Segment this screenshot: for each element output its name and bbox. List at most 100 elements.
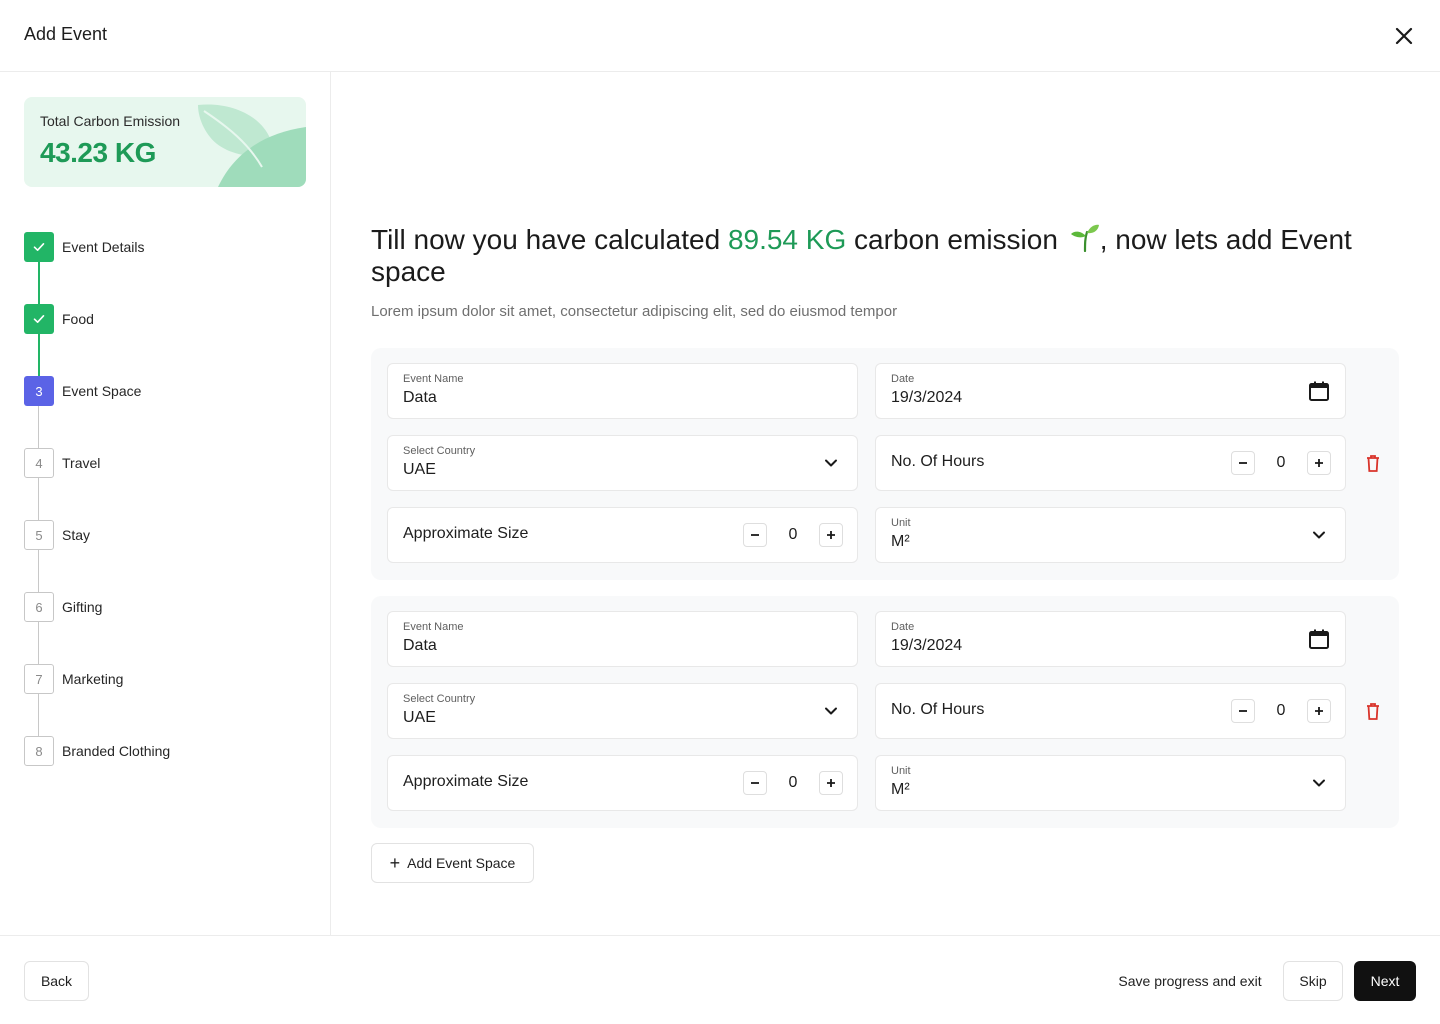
skip-button[interactable]: Skip — [1283, 961, 1343, 1001]
size-stepper: 0 — [743, 771, 843, 795]
stepper-value: 0 — [1276, 454, 1286, 471]
field-value: 19/3/2024 — [891, 637, 963, 654]
check-icon — [24, 304, 54, 334]
total-emission-card: Total Carbon Emission 43.23 KG — [24, 97, 306, 187]
headline-text: carbon emission — [846, 224, 1058, 255]
event-space-group: Event Name Data Date 19/3/2024 Select Co… — [371, 596, 1399, 828]
field-value: Data — [403, 389, 437, 406]
step-marketing[interactable]: 7 Marketing — [24, 664, 304, 694]
leaf-icon — [198, 104, 306, 187]
add-event-space-button[interactable]: + Add Event Space — [371, 843, 534, 883]
sidebar: Total Carbon Emission 43.23 KG Event Det… — [0, 72, 331, 935]
hours-stepper: 0 — [1231, 699, 1331, 723]
country-select[interactable]: Select Country UAE — [387, 683, 858, 739]
field-label: Event Name — [403, 621, 464, 633]
step-connector — [38, 478, 39, 520]
hours-field: No. Of Hours 0 — [875, 683, 1346, 739]
date-field[interactable]: Date 19/3/2024 — [875, 363, 1346, 419]
size-stepper: 0 — [743, 523, 843, 547]
event-name-field[interactable]: Event Name Data — [387, 363, 858, 419]
next-button[interactable]: Next — [1354, 961, 1416, 1001]
back-button[interactable]: Back — [24, 961, 89, 1001]
field-value: UAE — [403, 709, 436, 726]
step-food[interactable]: Food — [24, 304, 304, 334]
step-travel[interactable]: 4 Travel — [24, 448, 304, 478]
field-label: No. Of Hours — [891, 453, 985, 470]
chevron-down-icon — [818, 450, 844, 476]
field-label: Approximate Size — [403, 773, 529, 790]
minus-button[interactable] — [743, 523, 767, 547]
page-subtext: Lorem ipsum dolor sit amet, consectetur … — [371, 303, 898, 320]
delete-icon[interactable] — [1362, 451, 1384, 475]
step-number: 5 — [24, 520, 54, 550]
headline-highlight: 89.54 KG — [727, 224, 847, 255]
step-gifting[interactable]: 6 Gifting — [24, 592, 304, 622]
stepper-value: 0 — [788, 774, 798, 791]
calendar-icon[interactable] — [1306, 626, 1332, 652]
save-progress-exit-button[interactable]: Save progress and exit — [1108, 961, 1272, 1001]
step-branded-clothing[interactable]: 8 Branded Clothing — [24, 736, 304, 766]
field-label: Approximate Size — [403, 525, 529, 542]
main-content: Till now you have calculated 89.54 KG ca… — [331, 72, 1440, 935]
step-event-details[interactable]: Event Details — [24, 232, 304, 262]
field-label: Unit — [891, 517, 911, 529]
field-label: Date — [891, 373, 915, 385]
close-icon[interactable] — [1390, 22, 1418, 50]
date-field[interactable]: Date 19/3/2024 — [875, 611, 1346, 667]
unit-select[interactable]: Unit M² — [875, 755, 1346, 811]
step-number: 7 — [24, 664, 54, 694]
field-value: Data — [403, 637, 437, 654]
modal-title: Add Event — [24, 24, 108, 44]
check-icon — [24, 232, 54, 262]
plus-button[interactable] — [819, 523, 843, 547]
event-name-field[interactable]: Event Name Data — [387, 611, 858, 667]
step-stay[interactable]: 5 Stay — [24, 520, 304, 550]
step-connector — [38, 550, 39, 592]
step-connector — [38, 334, 40, 376]
stepper-value: 0 — [1276, 702, 1286, 719]
step-label: Event Space — [62, 383, 142, 399]
step-label: Marketing — [62, 671, 124, 687]
hours-stepper: 0 — [1231, 451, 1331, 475]
hours-field: No. Of Hours 0 — [875, 435, 1346, 491]
minus-button[interactable] — [743, 771, 767, 795]
country-select[interactable]: Select Country UAE — [387, 435, 858, 491]
chevron-down-icon — [1306, 770, 1332, 796]
delete-icon[interactable] — [1362, 699, 1384, 723]
calendar-icon[interactable] — [1306, 378, 1332, 404]
step-number: 4 — [24, 448, 54, 478]
field-label: Date — [891, 621, 915, 633]
step-label: Event Details — [62, 239, 145, 255]
approximate-size-field: Approximate Size 0 — [387, 507, 858, 563]
minus-button[interactable] — [1231, 699, 1255, 723]
plus-button[interactable] — [1307, 699, 1331, 723]
total-emission-label: Total Carbon Emission — [40, 113, 181, 129]
field-label: Unit — [891, 765, 911, 777]
step-connector — [38, 406, 39, 448]
step-connector — [38, 694, 39, 736]
approximate-size-field: Approximate Size 0 — [387, 755, 858, 811]
unit-select[interactable]: Unit M² — [875, 507, 1346, 563]
step-event-space[interactable]: 3 Event Space — [24, 376, 304, 406]
plus-icon: + — [389, 853, 401, 873]
step-number: 3 — [24, 376, 54, 406]
plus-button[interactable] — [819, 771, 843, 795]
modal-footer: Back Save progress and exit Skip Next — [0, 935, 1440, 1024]
chevron-down-icon — [1306, 522, 1332, 548]
minus-button[interactable] — [1231, 451, 1255, 475]
field-value: UAE — [403, 461, 436, 478]
field-value: M² — [891, 533, 910, 550]
step-label: Stay — [62, 527, 91, 543]
headline-text: Till now you have calculated — [371, 224, 728, 255]
stepper-value: 0 — [788, 526, 798, 543]
step-label: Food — [62, 311, 94, 327]
chevron-down-icon — [818, 698, 844, 724]
step-connector — [38, 622, 39, 664]
modal-header: Add Event — [0, 0, 1440, 72]
step-number: 6 — [24, 592, 54, 622]
page-headline: Till now you have calculated 89.54 KG ca… — [371, 224, 1381, 288]
field-label: Select Country — [403, 445, 476, 457]
plus-button[interactable] — [1307, 451, 1331, 475]
field-label: No. Of Hours — [891, 701, 985, 718]
step-number: 8 — [24, 736, 54, 766]
